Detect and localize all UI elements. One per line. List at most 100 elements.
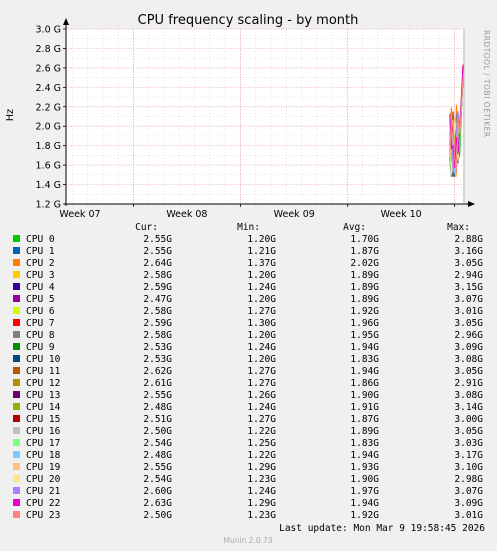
legend-swatch bbox=[13, 475, 20, 482]
legend-cur-value: 2.60G bbox=[143, 486, 172, 497]
legend-min-value: 1.29G bbox=[247, 498, 276, 509]
legend-avg-value: 1.94G bbox=[350, 366, 379, 377]
legend-header-avg: Avg: bbox=[343, 222, 366, 233]
legend-row: CPU 6 2.58G 1.27G 1.92G 3.01G bbox=[13, 306, 483, 317]
legend-row: CPU 16 2.50G 1.22G 1.89G 3.05G bbox=[13, 426, 483, 437]
legend-avg-value: 1.89G bbox=[350, 282, 379, 293]
legend-header-min: Min: bbox=[237, 222, 260, 233]
legend-row: CPU 15 2.51G 1.27G 1.87G 3.00G bbox=[13, 414, 483, 425]
legend-series-name: CPU 3 bbox=[26, 270, 55, 281]
legend-avg-value: 1.90G bbox=[350, 390, 379, 401]
y-tick-label: 1.6 G bbox=[36, 161, 62, 172]
legend-swatch bbox=[13, 415, 20, 422]
legend-max-value: 3.17G bbox=[454, 450, 483, 461]
legend-avg-value: 1.87G bbox=[350, 414, 379, 425]
legend-row: CPU 1 2.55G 1.21G 1.87G 3.16G bbox=[13, 246, 483, 257]
legend-max-value: 3.07G bbox=[454, 294, 483, 305]
legend-max-value: 3.10G bbox=[454, 462, 483, 473]
legend-avg-value: 1.89G bbox=[350, 426, 379, 437]
legend-min-value: 1.30G bbox=[247, 318, 276, 329]
legend-row: CPU 22 2.63G 1.29G 1.94G 3.09G bbox=[13, 498, 483, 509]
legend-min-value: 1.27G bbox=[247, 306, 276, 317]
legend-row: CPU 11 2.62G 1.27G 1.94G 3.05G bbox=[13, 366, 483, 377]
legend-avg-value: 1.89G bbox=[350, 270, 379, 281]
legend-max-value: 3.09G bbox=[454, 342, 483, 353]
legend-swatch bbox=[13, 439, 20, 446]
legend-cur-value: 2.58G bbox=[143, 330, 172, 341]
legend-series-name: CPU 4 bbox=[26, 282, 55, 293]
legend-row: CPU 4 2.59G 1.24G 1.89G 3.15G bbox=[13, 282, 483, 293]
legend-min-value: 1.27G bbox=[247, 378, 276, 389]
y-axis-label: Hz bbox=[5, 109, 16, 121]
legend-avg-value: 1.95G bbox=[350, 330, 379, 341]
legend-max-value: 3.05G bbox=[454, 318, 483, 329]
legend-avg-value: 1.93G bbox=[350, 462, 379, 473]
legend-row: CPU 23 2.50G 1.23G 1.92G 3.01G bbox=[13, 510, 483, 521]
legend-row: CPU 18 2.48G 1.22G 1.94G 3.17G bbox=[13, 450, 483, 461]
legend-max-value: 2.88G bbox=[454, 234, 483, 245]
legend-cur-value: 2.59G bbox=[143, 318, 172, 329]
legend-min-value: 1.21G bbox=[247, 246, 276, 257]
legend-avg-value: 1.83G bbox=[350, 354, 379, 365]
legend-swatch bbox=[13, 355, 20, 362]
rrdtool-watermark: RRDTOOL / TOBI OETIKER bbox=[482, 30, 491, 138]
y-tick-label: 1.2 G bbox=[36, 200, 62, 211]
legend-min-value: 1.22G bbox=[247, 450, 276, 461]
y-axis-arrow bbox=[63, 18, 69, 25]
legend-max-value: 3.07G bbox=[454, 486, 483, 497]
legend-series-name: CPU 12 bbox=[26, 378, 60, 389]
x-tick-label: Week 08 bbox=[166, 209, 207, 220]
legend-swatch bbox=[13, 235, 20, 242]
legend-avg-value: 1.92G bbox=[350, 306, 379, 317]
legend-max-value: 2.96G bbox=[454, 330, 483, 341]
legend-cur-value: 2.50G bbox=[143, 426, 172, 437]
legend-swatch bbox=[13, 367, 20, 374]
legend-series-name: CPU 6 bbox=[26, 306, 55, 317]
legend-series-name: CPU 7 bbox=[26, 318, 55, 329]
legend-series-name: CPU 20 bbox=[26, 474, 61, 485]
legend-cur-value: 2.58G bbox=[143, 306, 172, 317]
x-axis: Week 07 Week 08 Week 09 Week 10 bbox=[59, 204, 456, 220]
x-tick-label: Week 10 bbox=[381, 209, 422, 220]
legend-series-name: CPU 5 bbox=[26, 294, 55, 305]
legend-min-value: 1.20G bbox=[247, 294, 276, 305]
legend-min-value: 1.20G bbox=[247, 354, 276, 365]
legend-max-value: 3.14G bbox=[454, 402, 483, 413]
legend-max-value: 3.08G bbox=[454, 390, 483, 401]
legend-max-value: 3.08G bbox=[454, 354, 483, 365]
legend-cur-value: 2.53G bbox=[143, 354, 172, 365]
legend-swatch bbox=[13, 511, 20, 518]
legend-min-value: 1.23G bbox=[247, 474, 276, 485]
legend-row: CPU 3 2.58G 1.20G 1.89G 2.94G bbox=[13, 270, 483, 281]
legend-series-name: CPU 16 bbox=[26, 426, 61, 437]
legend-min-value: 1.26G bbox=[247, 390, 276, 401]
legend-swatch bbox=[13, 487, 20, 494]
legend-max-value: 3.05G bbox=[454, 366, 483, 377]
legend-row: CPU 9 2.53G 1.24G 1.94G 3.09G bbox=[13, 342, 483, 353]
legend-series-name: CPU 15 bbox=[26, 414, 60, 425]
legend-swatch bbox=[13, 319, 20, 326]
legend-swatch bbox=[13, 247, 20, 254]
legend-max-value: 3.15G bbox=[454, 282, 483, 293]
legend-max-value: 2.94G bbox=[454, 270, 483, 281]
legend-avg-value: 1.70G bbox=[350, 234, 379, 245]
legend-cur-value: 2.48G bbox=[143, 402, 172, 413]
legend-max-value: 3.16G bbox=[454, 246, 483, 257]
legend-header-max: Max: bbox=[447, 222, 470, 233]
legend-max-value: 3.05G bbox=[454, 426, 483, 437]
y-tick-label: 2.2 G bbox=[36, 102, 62, 113]
legend-cur-value: 2.64G bbox=[143, 258, 172, 269]
legend-row: CPU 0 2.55G 1.20G 1.70G 2.88G bbox=[13, 234, 483, 245]
legend-swatch bbox=[13, 259, 20, 266]
y-tick-label: 2.8 G bbox=[36, 44, 62, 55]
legend-cur-value: 2.48G bbox=[143, 450, 172, 461]
legend-min-value: 1.37G bbox=[247, 258, 276, 269]
legend-cur-value: 2.47G bbox=[143, 294, 172, 305]
legend-max-value: 3.09G bbox=[454, 498, 483, 509]
legend-series-name: CPU 13 bbox=[26, 390, 60, 401]
legend-swatch bbox=[13, 307, 20, 314]
legend-series-name: CPU 1 bbox=[26, 246, 55, 257]
legend-row: CPU 13 2.55G 1.26G 1.90G 3.08G bbox=[13, 390, 483, 401]
legend-max-value: 3.01G bbox=[454, 510, 483, 521]
legend-max-value: 3.01G bbox=[454, 306, 483, 317]
